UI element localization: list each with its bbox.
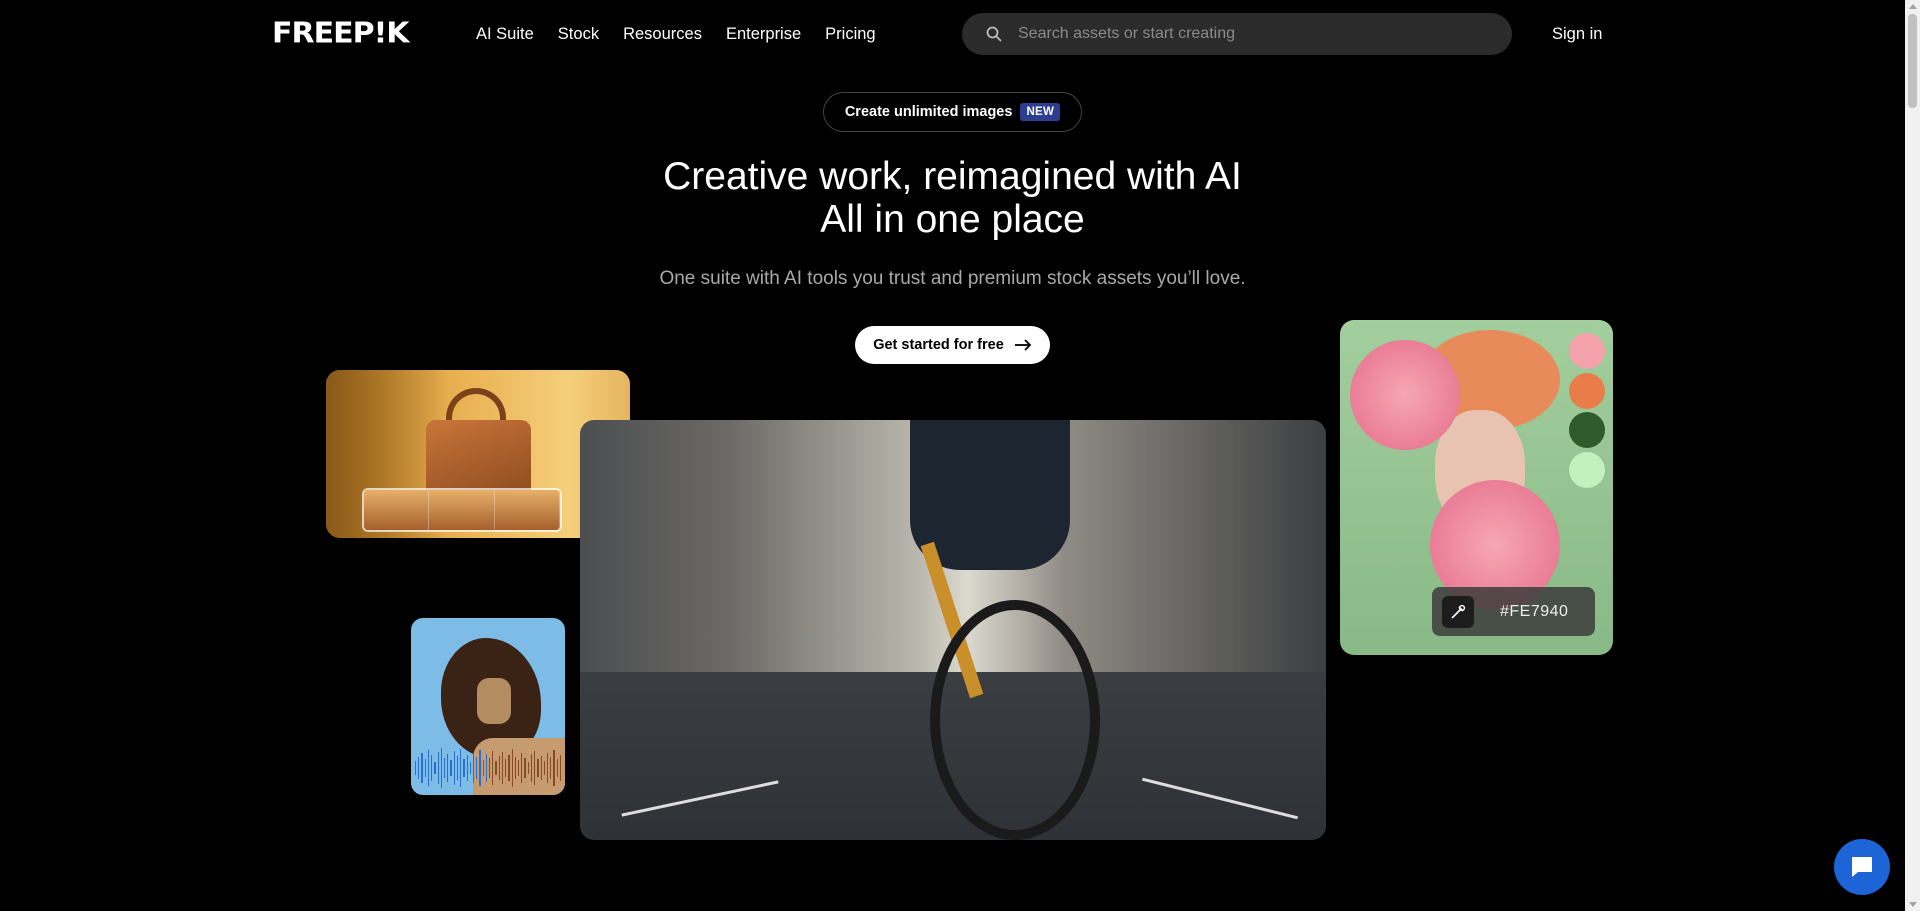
waveform-bar <box>485 754 488 782</box>
waveform-bar <box>421 753 423 783</box>
eyedropper-icon[interactable] <box>1442 595 1474 628</box>
waveform-bar <box>453 751 455 785</box>
waveform-bar <box>472 753 475 783</box>
variation-thumbnails <box>362 488 562 532</box>
waveform-bar <box>427 750 430 786</box>
waveform-bar <box>505 759 507 777</box>
hex-value: #FE7940 <box>1500 602 1569 620</box>
waveform-bar <box>495 761 497 775</box>
waveform-bar <box>550 757 552 779</box>
page-scrollbar[interactable] <box>1905 0 1920 911</box>
color-picker-box[interactable]: #FE7940 <box>1432 587 1595 636</box>
headphones-icon <box>477 678 511 724</box>
waveform-bar <box>511 749 513 787</box>
scrollbar-thumb[interactable] <box>1908 14 1917 108</box>
waveform-bar <box>479 750 481 786</box>
waveform-bar <box>466 755 468 781</box>
chat-icon <box>1852 857 1872 877</box>
waveform-bar <box>508 755 510 781</box>
waveform-bar <box>501 752 504 784</box>
waveform-bar <box>518 760 520 776</box>
waveform-bar <box>456 756 459 780</box>
waveform-bar <box>476 757 478 779</box>
hero-subtitle: One suite with AI tools you trust and pr… <box>659 268 1246 289</box>
waveform-bar <box>537 759 539 777</box>
scroll-down-arrow-icon[interactable] <box>1909 902 1917 907</box>
bike-wheel <box>930 600 1100 840</box>
thumbnail <box>429 490 495 530</box>
arrow-right-icon <box>1014 339 1032 351</box>
thumbnail <box>364 490 430 530</box>
waveform-bar <box>489 758 491 778</box>
waveform-bar <box>534 751 536 785</box>
chat-button[interactable] <box>1834 839 1890 895</box>
get-started-button[interactable]: Get started for free <box>855 326 1050 364</box>
road-marking <box>1142 777 1298 820</box>
color-swatch[interactable] <box>1569 333 1605 369</box>
waveform-bar <box>460 749 462 787</box>
audio-waveform <box>415 747 562 789</box>
nav-ai-suite[interactable]: AI Suite <box>476 22 534 46</box>
audio-image-card[interactable] <box>411 618 565 795</box>
road-marking <box>621 780 779 817</box>
waveform-bar <box>450 760 452 776</box>
color-swatch[interactable] <box>1569 373 1605 409</box>
waveform-bar <box>415 761 417 775</box>
nav-enterprise[interactable]: Enterprise <box>726 22 801 46</box>
waveform-bar <box>540 756 542 780</box>
waveform-bar <box>440 748 442 788</box>
hero-title-line1: Creative work, reimagined with AI <box>663 155 1242 198</box>
waveform-bar <box>469 762 471 774</box>
create-images-pill[interactable]: Create unlimited images NEW <box>823 92 1082 132</box>
new-badge: NEW <box>1020 103 1061 121</box>
pill-text: Create unlimited images <box>844 104 1013 120</box>
waveform-bar <box>521 753 523 783</box>
cyclist-video-card[interactable] <box>580 420 1326 840</box>
waveform-bar <box>530 754 533 782</box>
color-swatch[interactable] <box>1569 452 1605 488</box>
waveform-bar <box>492 751 494 785</box>
portrait-color-card[interactable]: #FE7940 <box>1340 320 1613 655</box>
main-nav: AI Suite Stock Resources Enterprise Pric… <box>476 22 876 46</box>
waveform-bar <box>498 756 500 780</box>
scroll-up-arrow-icon[interactable] <box>1909 4 1917 9</box>
search-icon <box>986 26 1002 42</box>
flower-shape <box>1350 340 1460 450</box>
waveform-bar <box>418 757 420 779</box>
waveform-bar <box>543 761 545 775</box>
cta-label: Get started for free <box>873 337 1004 353</box>
waveform-bar <box>463 759 465 777</box>
waveform-bar <box>443 758 446 778</box>
waveform-bar <box>437 752 439 784</box>
nav-pricing[interactable]: Pricing <box>825 22 875 46</box>
waveform-bar <box>434 762 436 774</box>
signin-link[interactable]: Sign in <box>1552 22 1602 46</box>
waveform-bar <box>482 760 484 776</box>
search-bar[interactable] <box>962 13 1512 55</box>
waveform-bar <box>553 750 555 786</box>
nav-resources[interactable]: Resources <box>623 22 702 46</box>
waveform-bar <box>514 757 516 779</box>
page: FREEP!K AI Suite Stock Resources Enterpr… <box>0 0 1920 911</box>
waveform-bar <box>556 759 558 777</box>
waveform-bar <box>546 753 549 783</box>
color-swatch[interactable] <box>1569 412 1605 448</box>
waveform-bar <box>431 755 433 781</box>
hero-title-line2: All in one place <box>820 198 1085 241</box>
waveform-bar <box>524 758 526 778</box>
waveform-bar <box>424 759 426 777</box>
search-input[interactable] <box>1018 25 1478 43</box>
freepik-logo[interactable]: FREEP!K <box>272 19 409 48</box>
nav-stock[interactable]: Stock <box>558 22 599 46</box>
waveform-bar <box>527 762 529 774</box>
thumbnail <box>494 490 560 530</box>
waveform-bar <box>447 754 449 782</box>
waveform-bar <box>559 755 562 781</box>
